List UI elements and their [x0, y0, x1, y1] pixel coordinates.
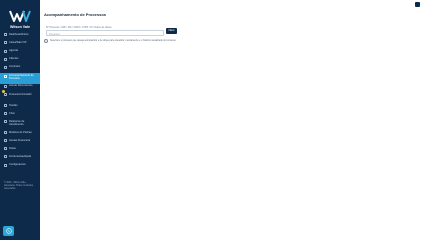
sidebar-item-clientes[interactable]: Clientes — [0, 57, 40, 65]
users-icon — [4, 57, 7, 61]
sidebar-item-notas[interactable]: Notas — [0, 147, 40, 155]
sidebar-item-label: Contratos — [9, 65, 21, 69]
user-menu-icon[interactable] — [415, 2, 420, 7]
brand-logo-icon — [9, 10, 31, 22]
notification-dot — [2, 90, 5, 93]
sidebar-item-label: Tarefas — [9, 103, 18, 107]
sidebar-item-label: Agenda — [9, 49, 18, 53]
attach-icon — [4, 84, 7, 88]
sidebar-item-contratos[interactable]: Contratos — [0, 65, 40, 73]
whatsapp-button[interactable] — [3, 226, 14, 236]
note-icon — [4, 147, 7, 151]
whatsapp-icon — [5, 228, 12, 234]
sidebar-item-label: Configuracoes — [9, 163, 26, 167]
filter-button[interactable]: Filtrar — [166, 28, 177, 34]
sidebar-item-label: Caixa/Sala VIP — [9, 41, 27, 45]
sidebar-item-label: Chat — [9, 111, 15, 115]
search-field-label: Nº Processo / CPF / RG / CNPJ / CTPS / N… — [46, 26, 112, 29]
brand-name: Wilson Vale — [10, 25, 30, 29]
sidebar-item-label: Acompanhamento de Processo — [9, 74, 34, 81]
sidebar-item-relatorios[interactable]: Relatorios de Atendimento — [0, 120, 40, 131]
page-title: Acompanhamento de Processos — [44, 12, 107, 17]
sidebar-item-anexar[interactable]: Anexar Documentos — [0, 84, 40, 92]
sidebar-item-financeiro[interactable]: Financeiro/Contabil — [0, 93, 40, 104]
contract-icon — [4, 65, 7, 69]
sidebar-item-caixa[interactable]: Caixa/Sala VIP — [0, 41, 40, 49]
sidebar-item-ferramentas[interactable]: Ferramentas/Ajuda — [0, 155, 40, 163]
logo-area[interactable]: Wilson Vale — [0, 10, 40, 29]
sidebar-item-acompanhamento[interactable]: Acompanhamento de Processo — [0, 73, 40, 85]
sidebar-item-label: Relatorios de Atendimento — [9, 119, 25, 126]
search-input[interactable]: Pesquisar — [46, 30, 164, 36]
gear-icon — [4, 163, 7, 167]
wallet-icon — [4, 139, 7, 143]
sidebar-item-label: Financeiro/Contabil — [9, 92, 32, 96]
sidebar-item-label: Gestao Financeira — [9, 138, 31, 142]
sidebar: Wilson Vale Dashboard/Inicio Caixa/Sala … — [0, 0, 40, 240]
sidebar-item-gestao[interactable]: Gestao Financeira — [0, 139, 40, 147]
sidebar-item-label: Clientes — [9, 57, 19, 61]
home-icon — [4, 33, 7, 37]
sidebar-item-chat[interactable]: Chat — [0, 112, 40, 120]
sidebar-item-label: Modelos de Peticao — [9, 130, 32, 134]
sidebar-item-label: Notas — [9, 146, 16, 150]
top-bar — [40, 0, 426, 8]
sidebar-item-label: Ferramentas/Ajuda — [9, 155, 32, 159]
report-icon — [4, 120, 7, 124]
process-icon — [4, 74, 7, 78]
sidebar-item-label: Anexar Documentos — [9, 84, 33, 88]
main-content: Acompanhamento de Processos Nº Processo … — [44, 12, 177, 43]
tasks-icon — [4, 103, 7, 107]
sidebar-item-modelos[interactable]: Modelos de Peticao — [0, 131, 40, 139]
finance-icon — [4, 92, 7, 96]
document-icon — [4, 131, 7, 135]
select-process-label: Selecione o processo que deseja acompanh… — [50, 39, 177, 42]
calendar-icon — [4, 49, 7, 53]
sidebar-footer: © 2023 - Wilson Vale - Advocacia. Todos … — [4, 182, 34, 190]
sidebar-item-dashboard[interactable]: Dashboard/Inicio — [0, 33, 40, 41]
sidebar-item-label: Dashboard/Inicio — [9, 33, 29, 36]
sidebar-nav: Dashboard/Inicio Caixa/Sala VIP Agenda C… — [0, 33, 40, 171]
sidebar-item-configuracoes[interactable]: Configuracoes — [0, 163, 40, 171]
sidebar-item-tarefas[interactable]: Tarefas — [0, 104, 40, 112]
tools-icon — [4, 155, 7, 159]
sidebar-item-agenda[interactable]: Agenda — [0, 49, 40, 57]
chat-icon — [4, 112, 7, 116]
cash-icon — [4, 41, 7, 45]
select-process-radio[interactable] — [44, 39, 48, 43]
